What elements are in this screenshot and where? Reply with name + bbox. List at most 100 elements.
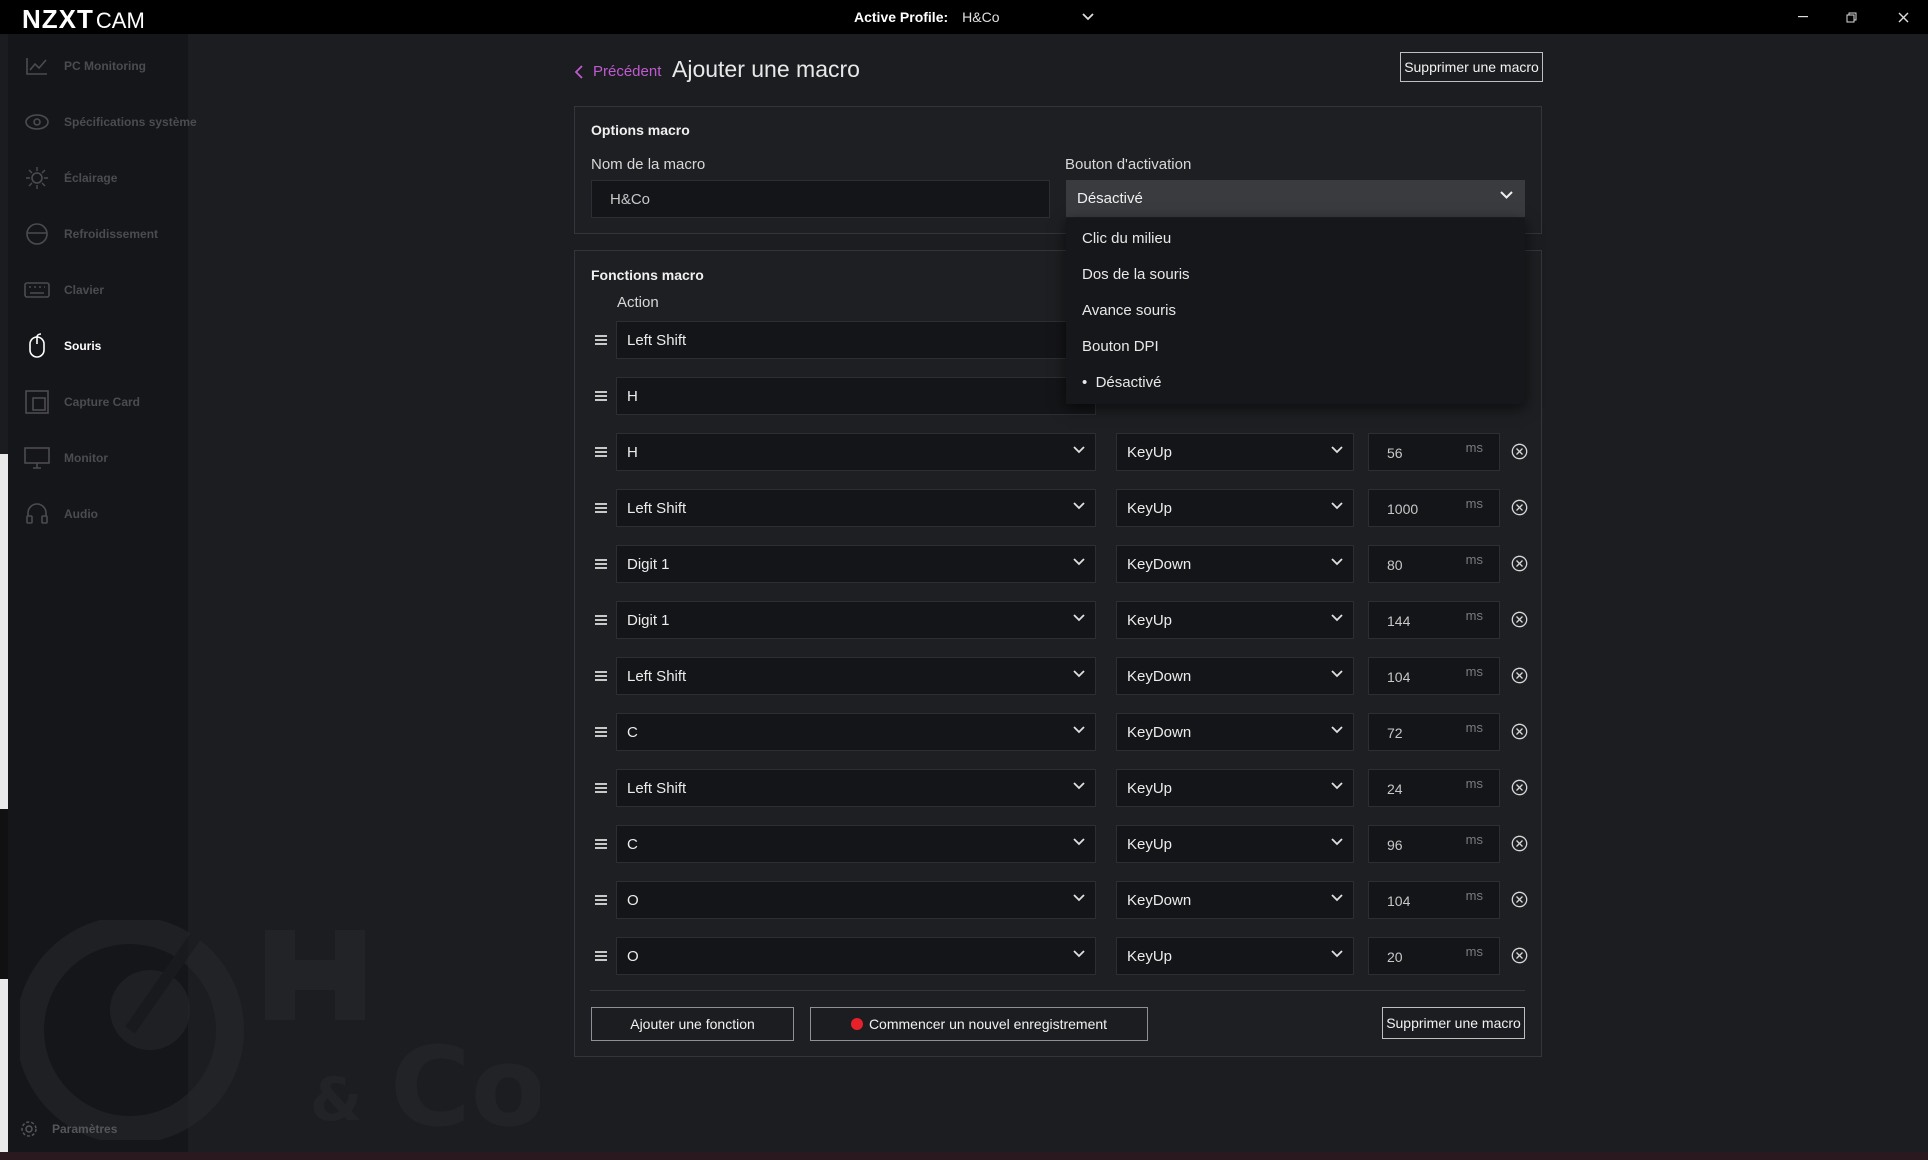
sidebar-item-monitor[interactable]: Monitor bbox=[24, 438, 108, 478]
dropdown-option-dpi-button[interactable]: Bouton DPI bbox=[1082, 338, 1159, 355]
delay-value: 20 bbox=[1387, 949, 1403, 965]
dropdown-option-middle-click[interactable]: Clic du milieu bbox=[1082, 230, 1171, 247]
dropdown-option-mouse-back[interactable]: Dos de la souris bbox=[1082, 266, 1190, 283]
delay-input[interactable]: 80 ms bbox=[1368, 545, 1500, 583]
delete-macro-button-top[interactable]: Supprimer une macro bbox=[1400, 52, 1543, 82]
active-profile-selector[interactable]: Active Profile: H&Co bbox=[854, 9, 1094, 25]
chevron-down-icon bbox=[1073, 726, 1085, 734]
back-link[interactable]: Précédent bbox=[593, 63, 661, 80]
drag-handle-icon[interactable] bbox=[594, 669, 608, 683]
key-select[interactable]: Left Shift bbox=[616, 769, 1096, 807]
remove-circle-icon[interactable] bbox=[1511, 611, 1528, 628]
drag-handle-icon[interactable] bbox=[594, 781, 608, 795]
event-select[interactable]: KeyUp bbox=[1116, 769, 1354, 807]
delete-macro-button-bottom[interactable]: Supprimer une macro bbox=[1382, 1007, 1525, 1039]
sidebar-item-label: Monitor bbox=[64, 451, 108, 465]
key-select[interactable]: H bbox=[616, 433, 1096, 471]
event-select[interactable]: KeyUp bbox=[1116, 601, 1354, 639]
key-select[interactable]: Left Shift bbox=[616, 321, 1096, 359]
sidebar-item-mouse[interactable]: Souris bbox=[24, 326, 101, 366]
sun-icon bbox=[24, 165, 50, 191]
event-select[interactable]: KeyUp bbox=[1116, 937, 1354, 975]
settings-label: Paramètres bbox=[52, 1122, 118, 1136]
key-select[interactable]: C bbox=[616, 713, 1096, 751]
drag-handle-icon[interactable] bbox=[594, 837, 608, 851]
remove-circle-icon[interactable] bbox=[1511, 443, 1528, 460]
remove-circle-icon[interactable] bbox=[1511, 891, 1528, 908]
delay-input[interactable]: 20 ms bbox=[1368, 937, 1500, 975]
event-select[interactable]: KeyDown bbox=[1116, 881, 1354, 919]
drag-handle-icon[interactable] bbox=[594, 333, 608, 347]
close-button[interactable] bbox=[1892, 6, 1914, 28]
remove-circle-icon[interactable] bbox=[1511, 555, 1528, 572]
event-select-value: KeyDown bbox=[1127, 891, 1192, 909]
drag-handle-icon[interactable] bbox=[594, 893, 608, 907]
settings-button[interactable]: Paramètres bbox=[20, 1120, 117, 1138]
macro-function-row: Left Shift KeyUp 1000 ms bbox=[590, 489, 1530, 529]
key-select-value: O bbox=[627, 891, 639, 909]
remove-circle-icon[interactable] bbox=[1511, 667, 1528, 684]
remove-circle-icon[interactable] bbox=[1511, 947, 1528, 964]
start-recording-button[interactable]: Commencer un nouvel enregistrement bbox=[810, 1007, 1148, 1041]
sidebar-item-cooling[interactable]: Refroidissement bbox=[24, 214, 158, 254]
key-select[interactable]: H bbox=[616, 377, 1096, 415]
key-select[interactable]: O bbox=[616, 881, 1096, 919]
chevron-left-icon[interactable] bbox=[575, 65, 583, 79]
delay-input[interactable]: 144 ms bbox=[1368, 601, 1500, 639]
key-select-value: H bbox=[627, 443, 638, 461]
delay-input[interactable]: 1000 ms bbox=[1368, 489, 1500, 527]
delay-input[interactable]: 24 ms bbox=[1368, 769, 1500, 807]
remove-circle-icon[interactable] bbox=[1511, 723, 1528, 740]
event-select[interactable]: KeyUp bbox=[1116, 433, 1354, 471]
delay-input[interactable]: 56 ms bbox=[1368, 433, 1500, 471]
activation-button-select[interactable]: Désactivé bbox=[1066, 180, 1525, 217]
key-select[interactable]: O bbox=[616, 937, 1096, 975]
macro-functions-title: Fonctions macro bbox=[591, 267, 704, 283]
event-select[interactable]: KeyDown bbox=[1116, 713, 1354, 751]
remove-circle-icon[interactable] bbox=[1511, 779, 1528, 796]
remove-circle-icon[interactable] bbox=[1511, 835, 1528, 852]
key-select[interactable]: Left Shift bbox=[616, 489, 1096, 527]
key-select[interactable]: C bbox=[616, 825, 1096, 863]
key-select[interactable]: Digit 1 bbox=[616, 545, 1096, 583]
drag-handle-icon[interactable] bbox=[594, 389, 608, 403]
dropdown-option-mouse-forward[interactable]: Avance souris bbox=[1082, 302, 1176, 319]
sidebar-item-audio[interactable]: Audio bbox=[24, 494, 98, 534]
delay-input[interactable]: 72 ms bbox=[1368, 713, 1500, 751]
delay-unit: ms bbox=[1465, 608, 1483, 623]
drag-handle-icon[interactable] bbox=[594, 613, 608, 627]
add-function-button[interactable]: Ajouter une fonction bbox=[591, 1007, 794, 1041]
remove-circle-icon[interactable] bbox=[1511, 499, 1528, 516]
chevron-down-icon bbox=[1073, 446, 1085, 454]
delay-input[interactable]: 104 ms bbox=[1368, 881, 1500, 919]
drag-handle-icon[interactable] bbox=[594, 445, 608, 459]
sidebar-item-lighting[interactable]: Éclairage bbox=[24, 158, 117, 198]
delay-input[interactable]: 104 ms bbox=[1368, 657, 1500, 695]
event-select[interactable]: KeyUp bbox=[1116, 489, 1354, 527]
delay-input[interactable]: 96 ms bbox=[1368, 825, 1500, 863]
dropdown-option-disabled[interactable]: • Désactivé bbox=[1082, 374, 1161, 391]
drag-handle-icon[interactable] bbox=[594, 557, 608, 571]
minimize-button[interactable] bbox=[1792, 6, 1814, 28]
sidebar-item-capture-card[interactable]: Capture Card bbox=[24, 382, 140, 422]
active-profile-label: Active Profile: bbox=[854, 9, 949, 25]
svg-text:&: & bbox=[310, 1065, 362, 1135]
mouse-icon bbox=[24, 333, 50, 359]
event-select[interactable]: KeyDown bbox=[1116, 545, 1354, 583]
sidebar-item-system-specs[interactable]: Spécifications système bbox=[24, 102, 197, 142]
key-select[interactable]: Left Shift bbox=[616, 657, 1096, 695]
sidebar-item-pc-monitoring[interactable]: PC Monitoring bbox=[24, 46, 146, 86]
drag-handle-icon[interactable] bbox=[594, 725, 608, 739]
event-select[interactable]: KeyUp bbox=[1116, 825, 1354, 863]
macro-name-input[interactable]: H&Co bbox=[591, 180, 1050, 218]
drag-handle-icon[interactable] bbox=[594, 949, 608, 963]
key-select[interactable]: Digit 1 bbox=[616, 601, 1096, 639]
event-select[interactable]: KeyDown bbox=[1116, 657, 1354, 695]
restore-button[interactable] bbox=[1840, 6, 1862, 28]
delay-unit: ms bbox=[1465, 720, 1483, 735]
sidebar-item-keyboard[interactable]: Clavier bbox=[24, 270, 104, 310]
drag-handle-icon[interactable] bbox=[594, 501, 608, 515]
gear-icon bbox=[21, 1121, 37, 1137]
macro-options-title: Options macro bbox=[591, 122, 690, 138]
sidebar-item-label: Souris bbox=[64, 339, 102, 353]
